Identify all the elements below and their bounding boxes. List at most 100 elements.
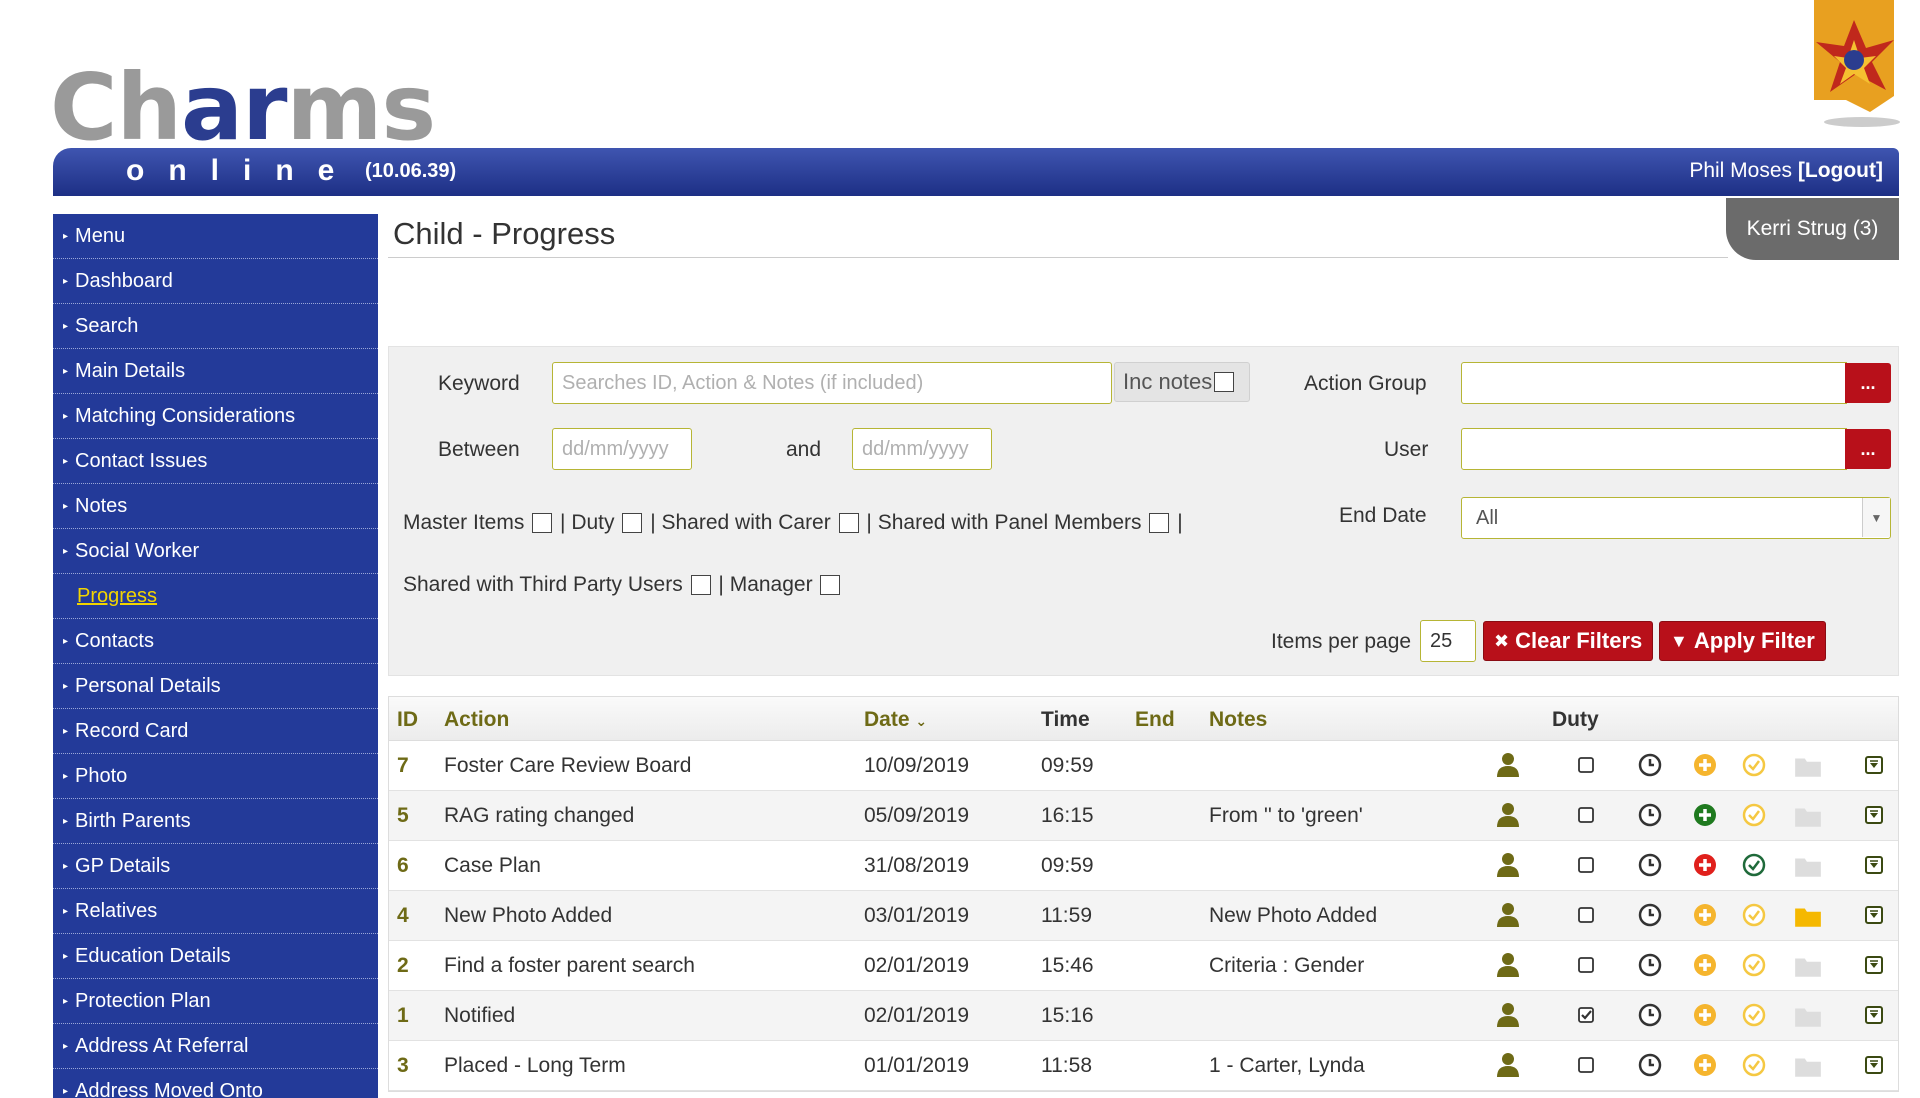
action-group-lookup-button[interactable]: ... (1845, 363, 1891, 403)
inc-notes-checkbox[interactable] (1214, 372, 1235, 392)
keyword-input[interactable]: Searches ID, Action & Notes (if included… (552, 362, 1112, 404)
sidebar-item-relatives[interactable]: ▸ Relatives (53, 889, 378, 934)
user-icon[interactable] (1494, 801, 1522, 829)
expand-icon[interactable] (1860, 901, 1888, 929)
sidebar-item-photo[interactable]: ▸ Photo (53, 754, 378, 799)
check-circle-icon[interactable] (1740, 801, 1768, 829)
expand-icon[interactable] (1860, 951, 1888, 979)
shared-panel-checkbox[interactable] (1149, 513, 1170, 534)
folder-icon[interactable] (1793, 751, 1823, 781)
column-header-end[interactable]: End (1135, 708, 1175, 732)
clock-icon[interactable] (1636, 1051, 1664, 1079)
clock-icon[interactable] (1636, 751, 1664, 779)
sidebar-item-menu[interactable]: ▸ Menu (53, 214, 378, 259)
column-header-time[interactable]: Time (1041, 708, 1090, 732)
sidebar-item-main-details[interactable]: ▸ Main Details (53, 349, 378, 394)
add-icon[interactable] (1691, 851, 1719, 879)
clock-icon[interactable] (1636, 801, 1664, 829)
sidebar-item-protection-plan[interactable]: ▸ Protection Plan (53, 979, 378, 1024)
master-items-checkbox[interactable] (532, 513, 553, 534)
expand-icon[interactable] (1860, 851, 1888, 879)
apply-filter-button[interactable]: ▼ Apply Filter (1659, 621, 1826, 661)
shared-third-party-checkbox[interactable] (690, 575, 711, 596)
logout-link[interactable]: [Logout] (1798, 159, 1883, 182)
expand-icon[interactable] (1860, 801, 1888, 829)
user-input[interactable] (1461, 428, 1847, 470)
column-header-date[interactable]: Date ⌄ (864, 708, 927, 732)
add-icon[interactable] (1691, 1051, 1719, 1079)
sidebar-item-gp-details[interactable]: ▸ GP Details (53, 844, 378, 889)
user-icon[interactable] (1494, 1001, 1522, 1029)
duty-checkbox[interactable] (1572, 851, 1600, 879)
column-header-duty[interactable]: Duty (1552, 708, 1599, 732)
clock-icon[interactable] (1636, 951, 1664, 979)
column-header-id[interactable]: ID (397, 708, 418, 732)
duty-checkbox[interactable] (1572, 901, 1600, 929)
folder-icon[interactable] (1793, 851, 1823, 881)
clock-icon[interactable] (1636, 1001, 1664, 1029)
sidebar-item-address-moved-onto[interactable]: ▸ Address Moved Onto (53, 1069, 378, 1098)
duty-checkbox[interactable] (622, 513, 643, 534)
sidebar-item-search[interactable]: ▸ Search (53, 304, 378, 349)
column-header-notes[interactable]: Notes (1209, 708, 1267, 732)
sidebar-item-notes[interactable]: ▸ Notes (53, 484, 378, 529)
sidebar-item-dashboard[interactable]: ▸ Dashboard (53, 259, 378, 304)
sidebar-item-social-worker[interactable]: ▸ Social Worker (53, 529, 378, 574)
sidebar-item-contact-issues[interactable]: ▸ Contact Issues (53, 439, 378, 484)
table-row[interactable]: 2 Find a foster parent search 02/01/2019 15… (389, 941, 1898, 991)
action-group-input[interactable] (1461, 362, 1847, 404)
add-icon[interactable] (1691, 901, 1719, 929)
add-icon[interactable] (1691, 1001, 1719, 1029)
sidebar-item-personal-details[interactable]: ▸ Personal Details (53, 664, 378, 709)
items-per-page-input[interactable]: 25 (1420, 620, 1476, 662)
table-row[interactable]: 6 Case Plan 31/08/2019 09:59 (389, 841, 1898, 891)
check-circle-icon[interactable] (1740, 1051, 1768, 1079)
folder-icon[interactable] (1793, 801, 1823, 831)
user-icon[interactable] (1494, 901, 1522, 929)
sidebar-item-matching-considerations[interactable]: ▸ Matching Considerations (53, 394, 378, 439)
clock-icon[interactable] (1636, 901, 1664, 929)
date-to-input[interactable]: dd/mm/yyyy (852, 428, 992, 470)
table-row[interactable]: 7 Foster Care Review Board 10/09/2019 09:59 (389, 741, 1898, 791)
expand-icon[interactable] (1860, 1001, 1888, 1029)
check-circle-icon[interactable] (1740, 751, 1768, 779)
folder-icon[interactable] (1793, 951, 1823, 981)
sidebar-item-contacts[interactable]: ▸ Contacts (53, 619, 378, 664)
table-row[interactable]: 3 Placed - Long Term 01/01/2019 11:58 1 - Ca… (389, 1041, 1898, 1091)
folder-icon[interactable] (1793, 901, 1823, 931)
table-row[interactable]: 4 New Photo Added 03/01/2019 11:59 New Photo… (389, 891, 1898, 941)
manager-checkbox[interactable] (820, 575, 841, 596)
add-icon[interactable] (1691, 751, 1719, 779)
column-header-action[interactable]: Action (444, 708, 509, 732)
expand-icon[interactable] (1860, 1051, 1888, 1079)
sidebar-item-record-card[interactable]: ▸ Record Card (53, 709, 378, 754)
sidebar-item-progress[interactable]: Progress (53, 574, 378, 619)
duty-checkbox-checked[interactable] (1572, 1001, 1600, 1029)
check-circle-icon[interactable] (1740, 901, 1768, 929)
clear-filters-button[interactable]: ✖ Clear Filters (1483, 621, 1654, 661)
duty-checkbox[interactable] (1572, 1051, 1600, 1079)
sidebar-item-education-details[interactable]: ▸ Education Details (53, 934, 378, 979)
folder-icon[interactable] (1793, 1051, 1823, 1081)
duty-checkbox[interactable] (1572, 751, 1600, 779)
sidebar-item-birth-parents[interactable]: ▸ Birth Parents (53, 799, 378, 844)
shared-carer-checkbox[interactable] (838, 513, 859, 534)
end-date-select[interactable]: All ▼ (1461, 497, 1891, 539)
user-lookup-button[interactable]: ... (1845, 429, 1891, 469)
sidebar-item-address-at-referral[interactable]: ▸ Address At Referral (53, 1024, 378, 1069)
table-row[interactable]: 1 Notified 02/01/2019 15:16 (389, 991, 1898, 1041)
check-circle-icon[interactable] (1740, 951, 1768, 979)
clock-icon[interactable] (1636, 851, 1664, 879)
folder-icon[interactable] (1793, 1001, 1823, 1031)
child-tab[interactable]: Kerri Strug (3) (1726, 198, 1899, 260)
check-circle-icon[interactable] (1740, 851, 1768, 879)
add-icon[interactable] (1691, 951, 1719, 979)
user-icon[interactable] (1494, 1051, 1522, 1079)
date-from-input[interactable]: dd/mm/yyyy (552, 428, 692, 470)
inc-notes-toggle[interactable]: Inc notes (1114, 362, 1250, 402)
duty-checkbox[interactable] (1572, 801, 1600, 829)
user-icon[interactable] (1494, 951, 1522, 979)
table-row[interactable]: 5 RAG rating changed 05/09/2019 16:15 From '… (389, 791, 1898, 841)
expand-icon[interactable] (1860, 751, 1888, 779)
user-icon[interactable] (1494, 751, 1522, 779)
